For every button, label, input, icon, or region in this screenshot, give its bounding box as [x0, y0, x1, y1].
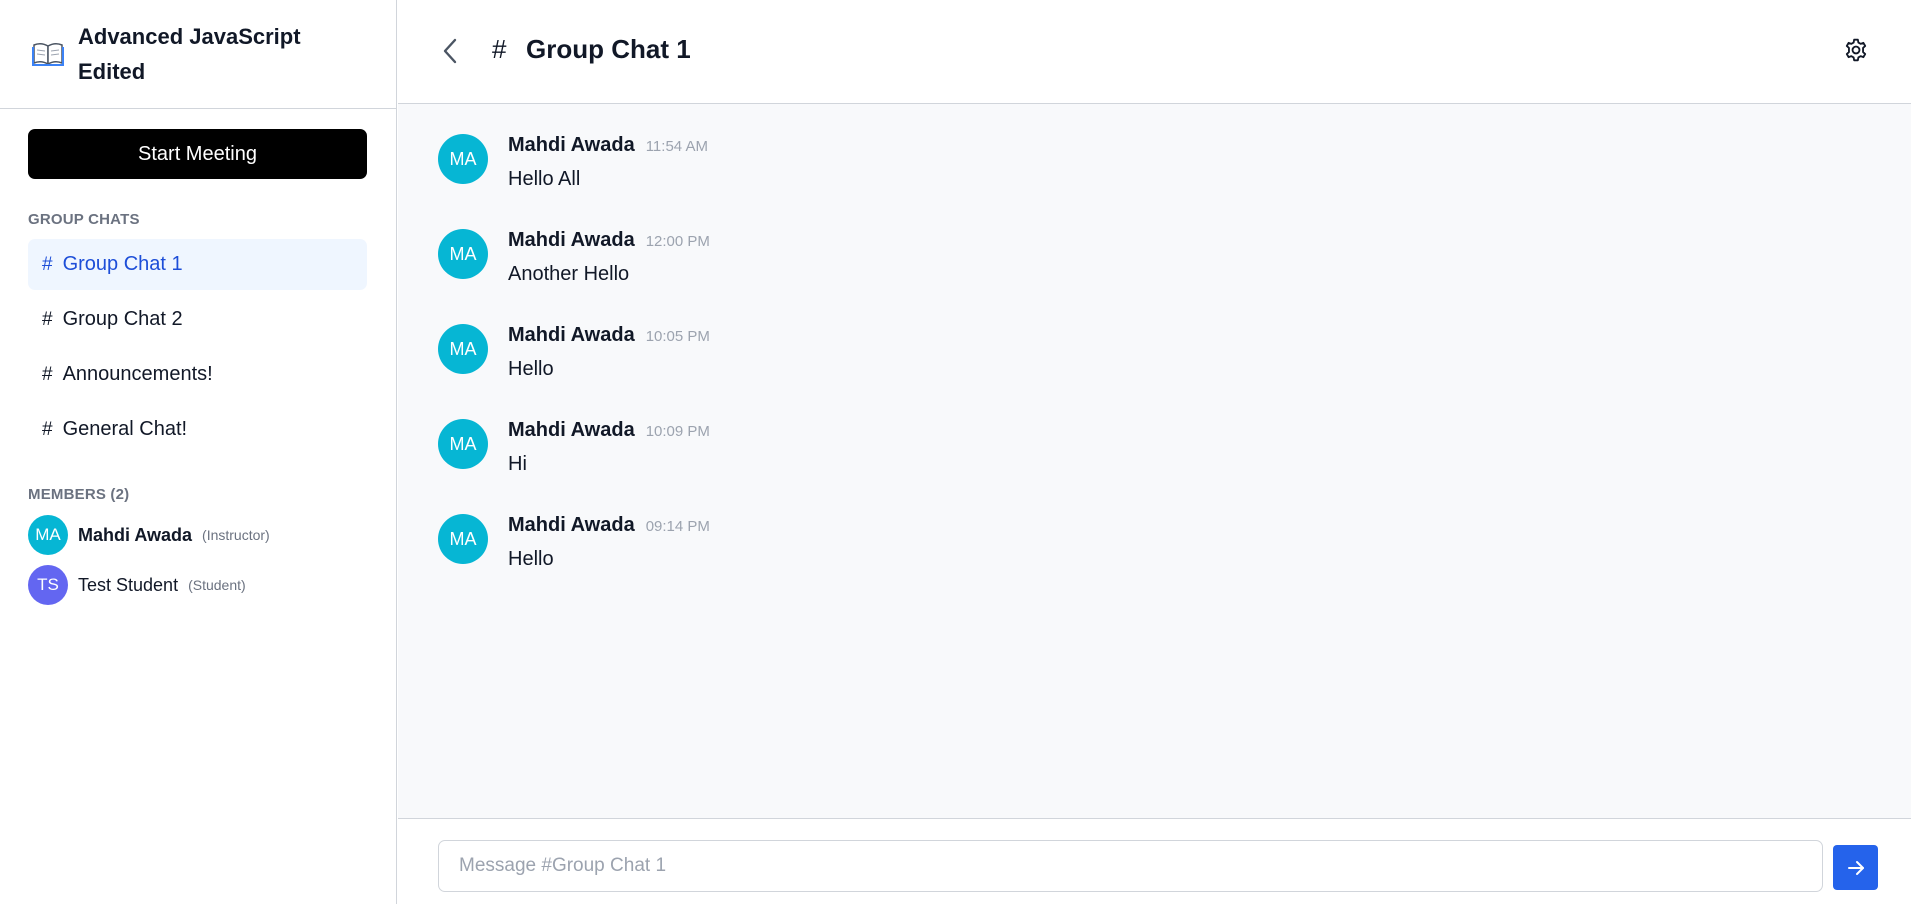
chat-header: # Group Chat 1 — [398, 0, 1911, 104]
sidebar-item-general-chat[interactable]: # General Chat! — [28, 404, 367, 455]
open-book-icon — [32, 41, 64, 67]
hash-icon: # — [42, 363, 53, 385]
back-button[interactable] — [436, 36, 464, 66]
avatar: MA — [28, 515, 68, 555]
message-author: Mahdi Awada — [508, 324, 635, 346]
message-input[interactable] — [438, 840, 1823, 892]
member-role: (Instructor) — [202, 527, 270, 543]
chat-item-label: Group Chat 2 — [62, 308, 183, 330]
avatar: TS — [28, 565, 68, 605]
send-button[interactable] — [1833, 845, 1878, 890]
message-text: Hello All — [508, 168, 581, 190]
group-chat-list: # Group Chat 1 # Group Chat 2 # Announce… — [28, 239, 367, 459]
message-text: Hello — [508, 358, 554, 380]
message-timestamp: 09:14 PM — [645, 518, 710, 535]
page-title: Group Chat 1 — [526, 34, 691, 64]
chat-item-label: General Chat! — [62, 418, 188, 440]
message-item: MA Mahdi Awada 12:00 PM Another Hello — [438, 229, 710, 286]
message-timestamp: 10:05 PM — [645, 328, 710, 345]
message-timestamp: 11:54 AM — [645, 138, 708, 155]
message-text: Another Hello — [508, 263, 630, 285]
message-item: MA Mahdi Awada 10:09 PM Hi — [438, 419, 710, 476]
message-author: Mahdi Awada — [508, 514, 635, 536]
member-item[interactable]: MA Mahdi Awada (Instructor) — [28, 515, 367, 555]
avatar: MA — [438, 419, 488, 469]
message-item: MA Mahdi Awada 11:54 AM Hello All — [438, 134, 708, 191]
chevron-left-icon — [443, 38, 457, 64]
course-header: Advanced JavaScript Edited — [0, 0, 396, 109]
sidebar-item-announcements[interactable]: # Announcements! — [28, 349, 367, 400]
message-composer — [398, 820, 1911, 904]
avatar: MA — [438, 229, 488, 279]
hash-icon: # — [492, 34, 507, 64]
course-title-line1: Advanced JavaScript — [78, 24, 301, 49]
settings-button[interactable] — [1842, 36, 1870, 64]
arrow-right-icon — [1847, 860, 1864, 875]
sidebar: Advanced JavaScript Edited Start Meeting… — [0, 0, 397, 904]
sidebar-item-group-chat-2[interactable]: # Group Chat 2 — [28, 294, 367, 345]
message-item: MA Mahdi Awada 10:05 PM Hello — [438, 324, 710, 381]
message-item: MA Mahdi Awada 09:14 PM Hello — [438, 514, 710, 571]
message-timestamp: 12:00 PM — [645, 233, 710, 250]
member-list: MA Mahdi Awada (Instructor) TS Test Stud… — [28, 515, 367, 615]
avatar: MA — [438, 514, 488, 564]
hash-icon: # — [42, 253, 53, 275]
member-name: Test Student — [78, 574, 179, 595]
message-timestamp: 10:09 PM — [645, 423, 710, 440]
member-role: (Student) — [188, 577, 246, 593]
message-author: Mahdi Awada — [508, 134, 635, 156]
message-author: Mahdi Awada — [508, 419, 635, 441]
hash-icon: # — [42, 418, 53, 440]
gear-icon — [1845, 38, 1867, 62]
avatar: MA — [438, 134, 488, 184]
member-item[interactable]: TS Test Student (Student) — [28, 565, 367, 605]
course-title: Advanced JavaScript Edited — [78, 19, 301, 89]
sidebar-item-group-chat-1[interactable]: # Group Chat 1 — [28, 239, 367, 290]
members-heading: MEMBERS (2) — [28, 486, 130, 503]
member-name: Mahdi Awada — [78, 524, 193, 545]
chat-item-label: Announcements! — [62, 363, 213, 385]
avatar: MA — [438, 324, 488, 374]
chat-item-label: Group Chat 1 — [62, 253, 183, 275]
chat-main: # Group Chat 1 MA Mahdi Awada 11:54 AM H… — [398, 0, 1911, 904]
message-text: Hi — [508, 453, 527, 475]
group-chats-heading: GROUP CHATS — [28, 211, 140, 228]
message-list[interactable]: MA Mahdi Awada 11:54 AM Hello All MA Mah… — [398, 104, 1911, 819]
message-author: Mahdi Awada — [508, 229, 635, 251]
hash-icon: # — [42, 308, 53, 330]
start-meeting-button[interactable]: Start Meeting — [28, 129, 367, 179]
course-title-line2: Edited — [78, 59, 146, 84]
message-text: Hello — [508, 548, 554, 570]
